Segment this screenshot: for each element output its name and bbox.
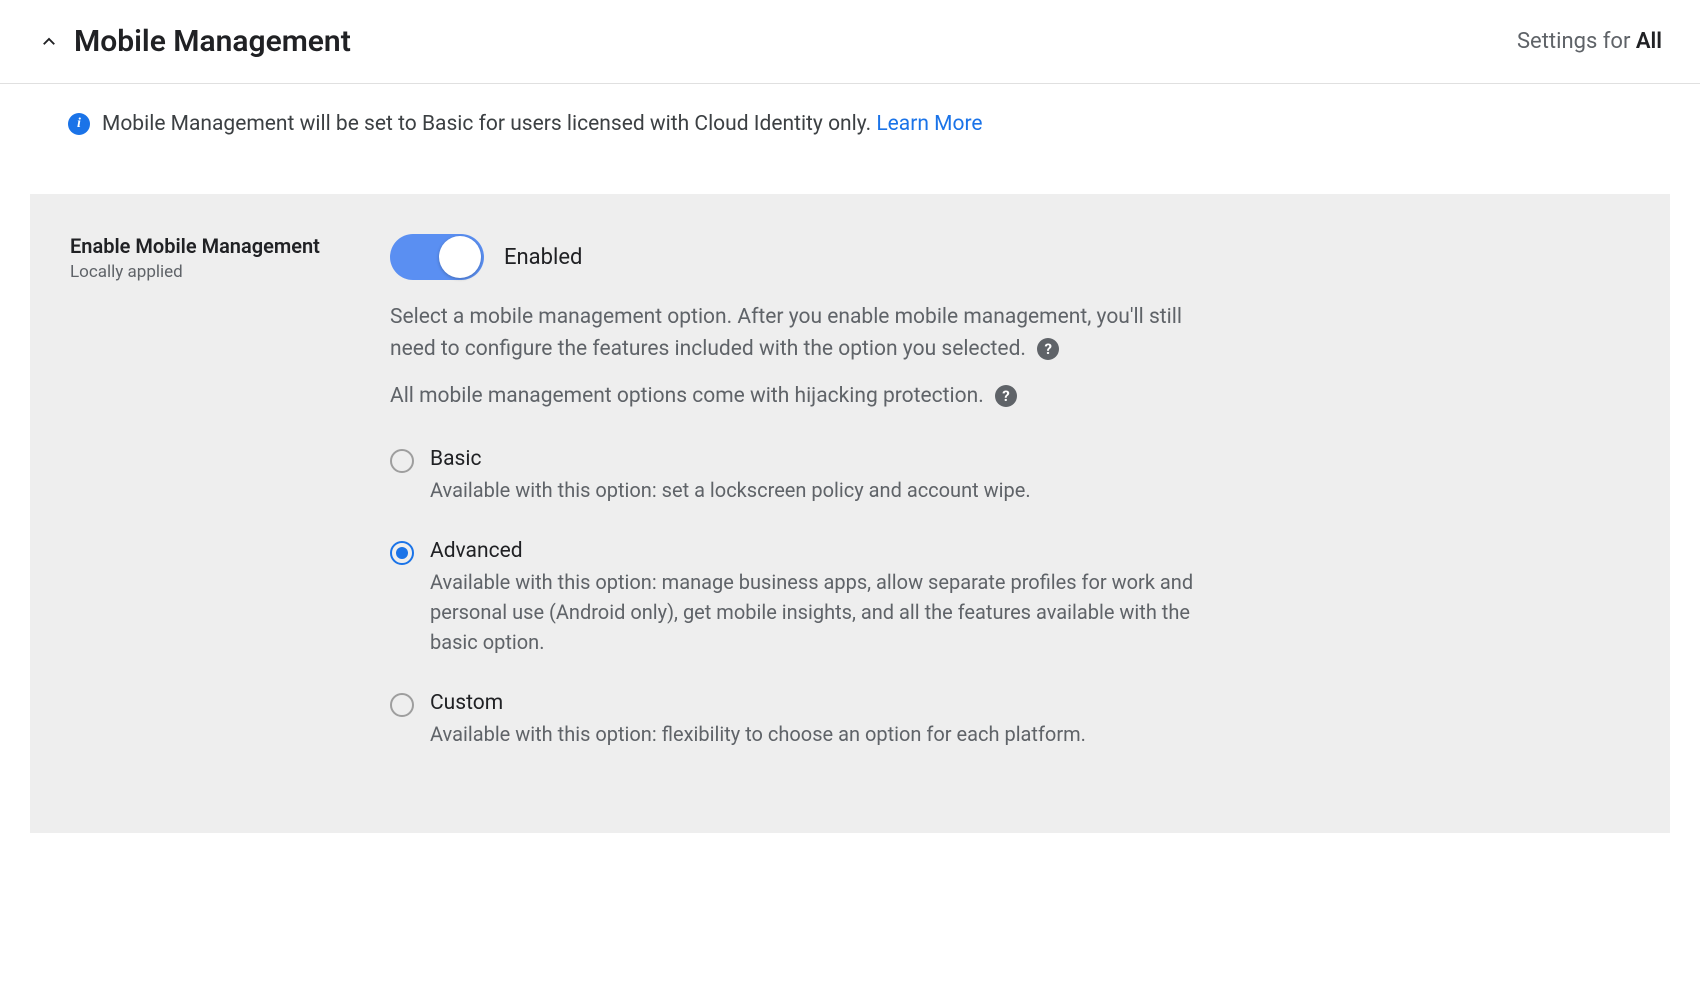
help-icon[interactable]: ? bbox=[995, 385, 1017, 407]
radio-button[interactable] bbox=[390, 693, 414, 717]
settings-scope-value: All bbox=[1636, 29, 1662, 54]
management-options-group: Basic Available with this option: set a … bbox=[390, 447, 1220, 749]
page-title: Mobile Management bbox=[74, 24, 351, 59]
info-icon: i bbox=[68, 113, 90, 135]
radio-title: Custom bbox=[430, 691, 1220, 715]
info-banner: i Mobile Management will be set to Basic… bbox=[0, 84, 1700, 164]
radio-title: Advanced bbox=[430, 539, 1220, 563]
setting-applied-label: Locally applied bbox=[70, 262, 360, 282]
setting-description-1: Select a mobile management option. After… bbox=[390, 305, 1182, 361]
settings-scope: Settings for All bbox=[1517, 29, 1662, 54]
settings-scope-prefix: Settings for bbox=[1517, 29, 1636, 54]
settings-panel: Enable Mobile Management Locally applied… bbox=[30, 194, 1670, 833]
radio-description: Available with this option: set a locksc… bbox=[430, 475, 1220, 505]
radio-description: Available with this option: flexibility … bbox=[430, 719, 1220, 749]
radio-title: Basic bbox=[430, 447, 1220, 471]
radio-button[interactable] bbox=[390, 449, 414, 473]
radio-option-custom[interactable]: Custom Available with this option: flexi… bbox=[390, 691, 1220, 749]
radio-option-advanced[interactable]: Advanced Available with this option: man… bbox=[390, 539, 1220, 657]
info-banner-text: Mobile Management will be set to Basic f… bbox=[102, 112, 876, 136]
toggle-state-label: Enabled bbox=[504, 245, 582, 270]
setting-description-2: All mobile management options come with … bbox=[390, 384, 984, 408]
chevron-up-icon[interactable] bbox=[38, 31, 60, 53]
section-header: Mobile Management Settings for All bbox=[0, 0, 1700, 84]
radio-button[interactable] bbox=[390, 541, 414, 565]
radio-description: Available with this option: manage busin… bbox=[430, 567, 1220, 657]
radio-option-basic[interactable]: Basic Available with this option: set a … bbox=[390, 447, 1220, 505]
enable-toggle[interactable] bbox=[390, 234, 484, 280]
help-icon[interactable]: ? bbox=[1037, 338, 1059, 360]
learn-more-link[interactable]: Learn More bbox=[876, 112, 982, 136]
setting-name: Enable Mobile Management bbox=[70, 234, 360, 258]
